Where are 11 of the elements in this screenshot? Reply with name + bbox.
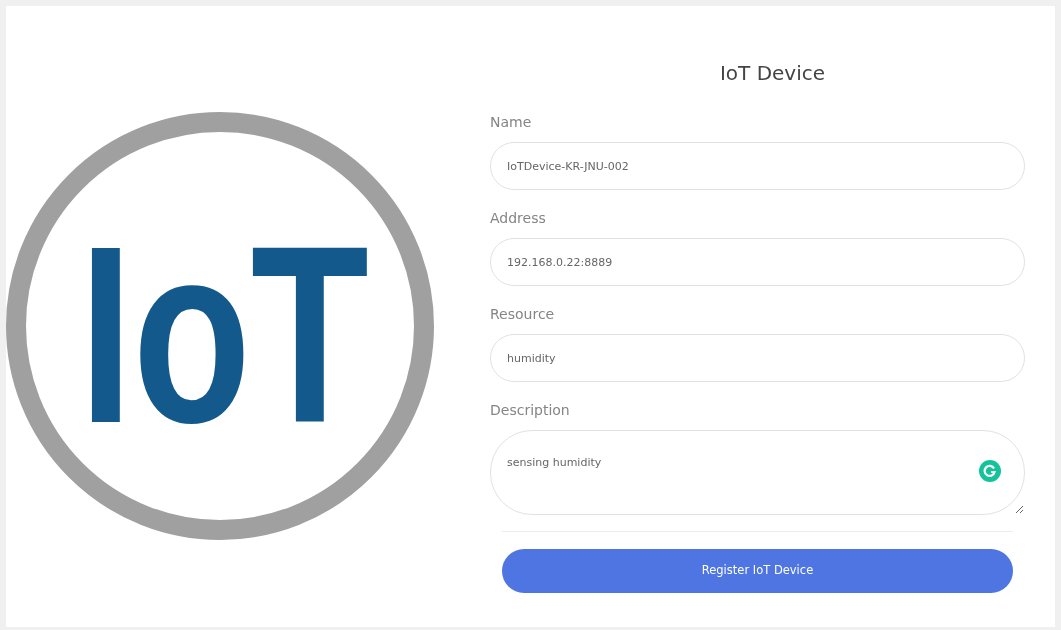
field-label: Description: [490, 401, 570, 420]
input-field[interactable]: humidity: [490, 334, 1025, 382]
register-button[interactable]: Register IoT Device: [502, 549, 1013, 593]
field-label: Resource: [490, 305, 555, 324]
input-field[interactable]: IoTDevice-KR-JNU-002: [490, 142, 1025, 190]
text-area-field[interactable]: sensing humidity: [490, 430, 1025, 515]
input-field[interactable]: 192.168.0.22:8889: [490, 238, 1025, 286]
field-label: Address: [490, 209, 546, 228]
field-label: Name: [490, 113, 532, 132]
form-title: IoT Device: [718, 60, 827, 87]
grammar-check-icon[interactable]: [979, 460, 1001, 482]
